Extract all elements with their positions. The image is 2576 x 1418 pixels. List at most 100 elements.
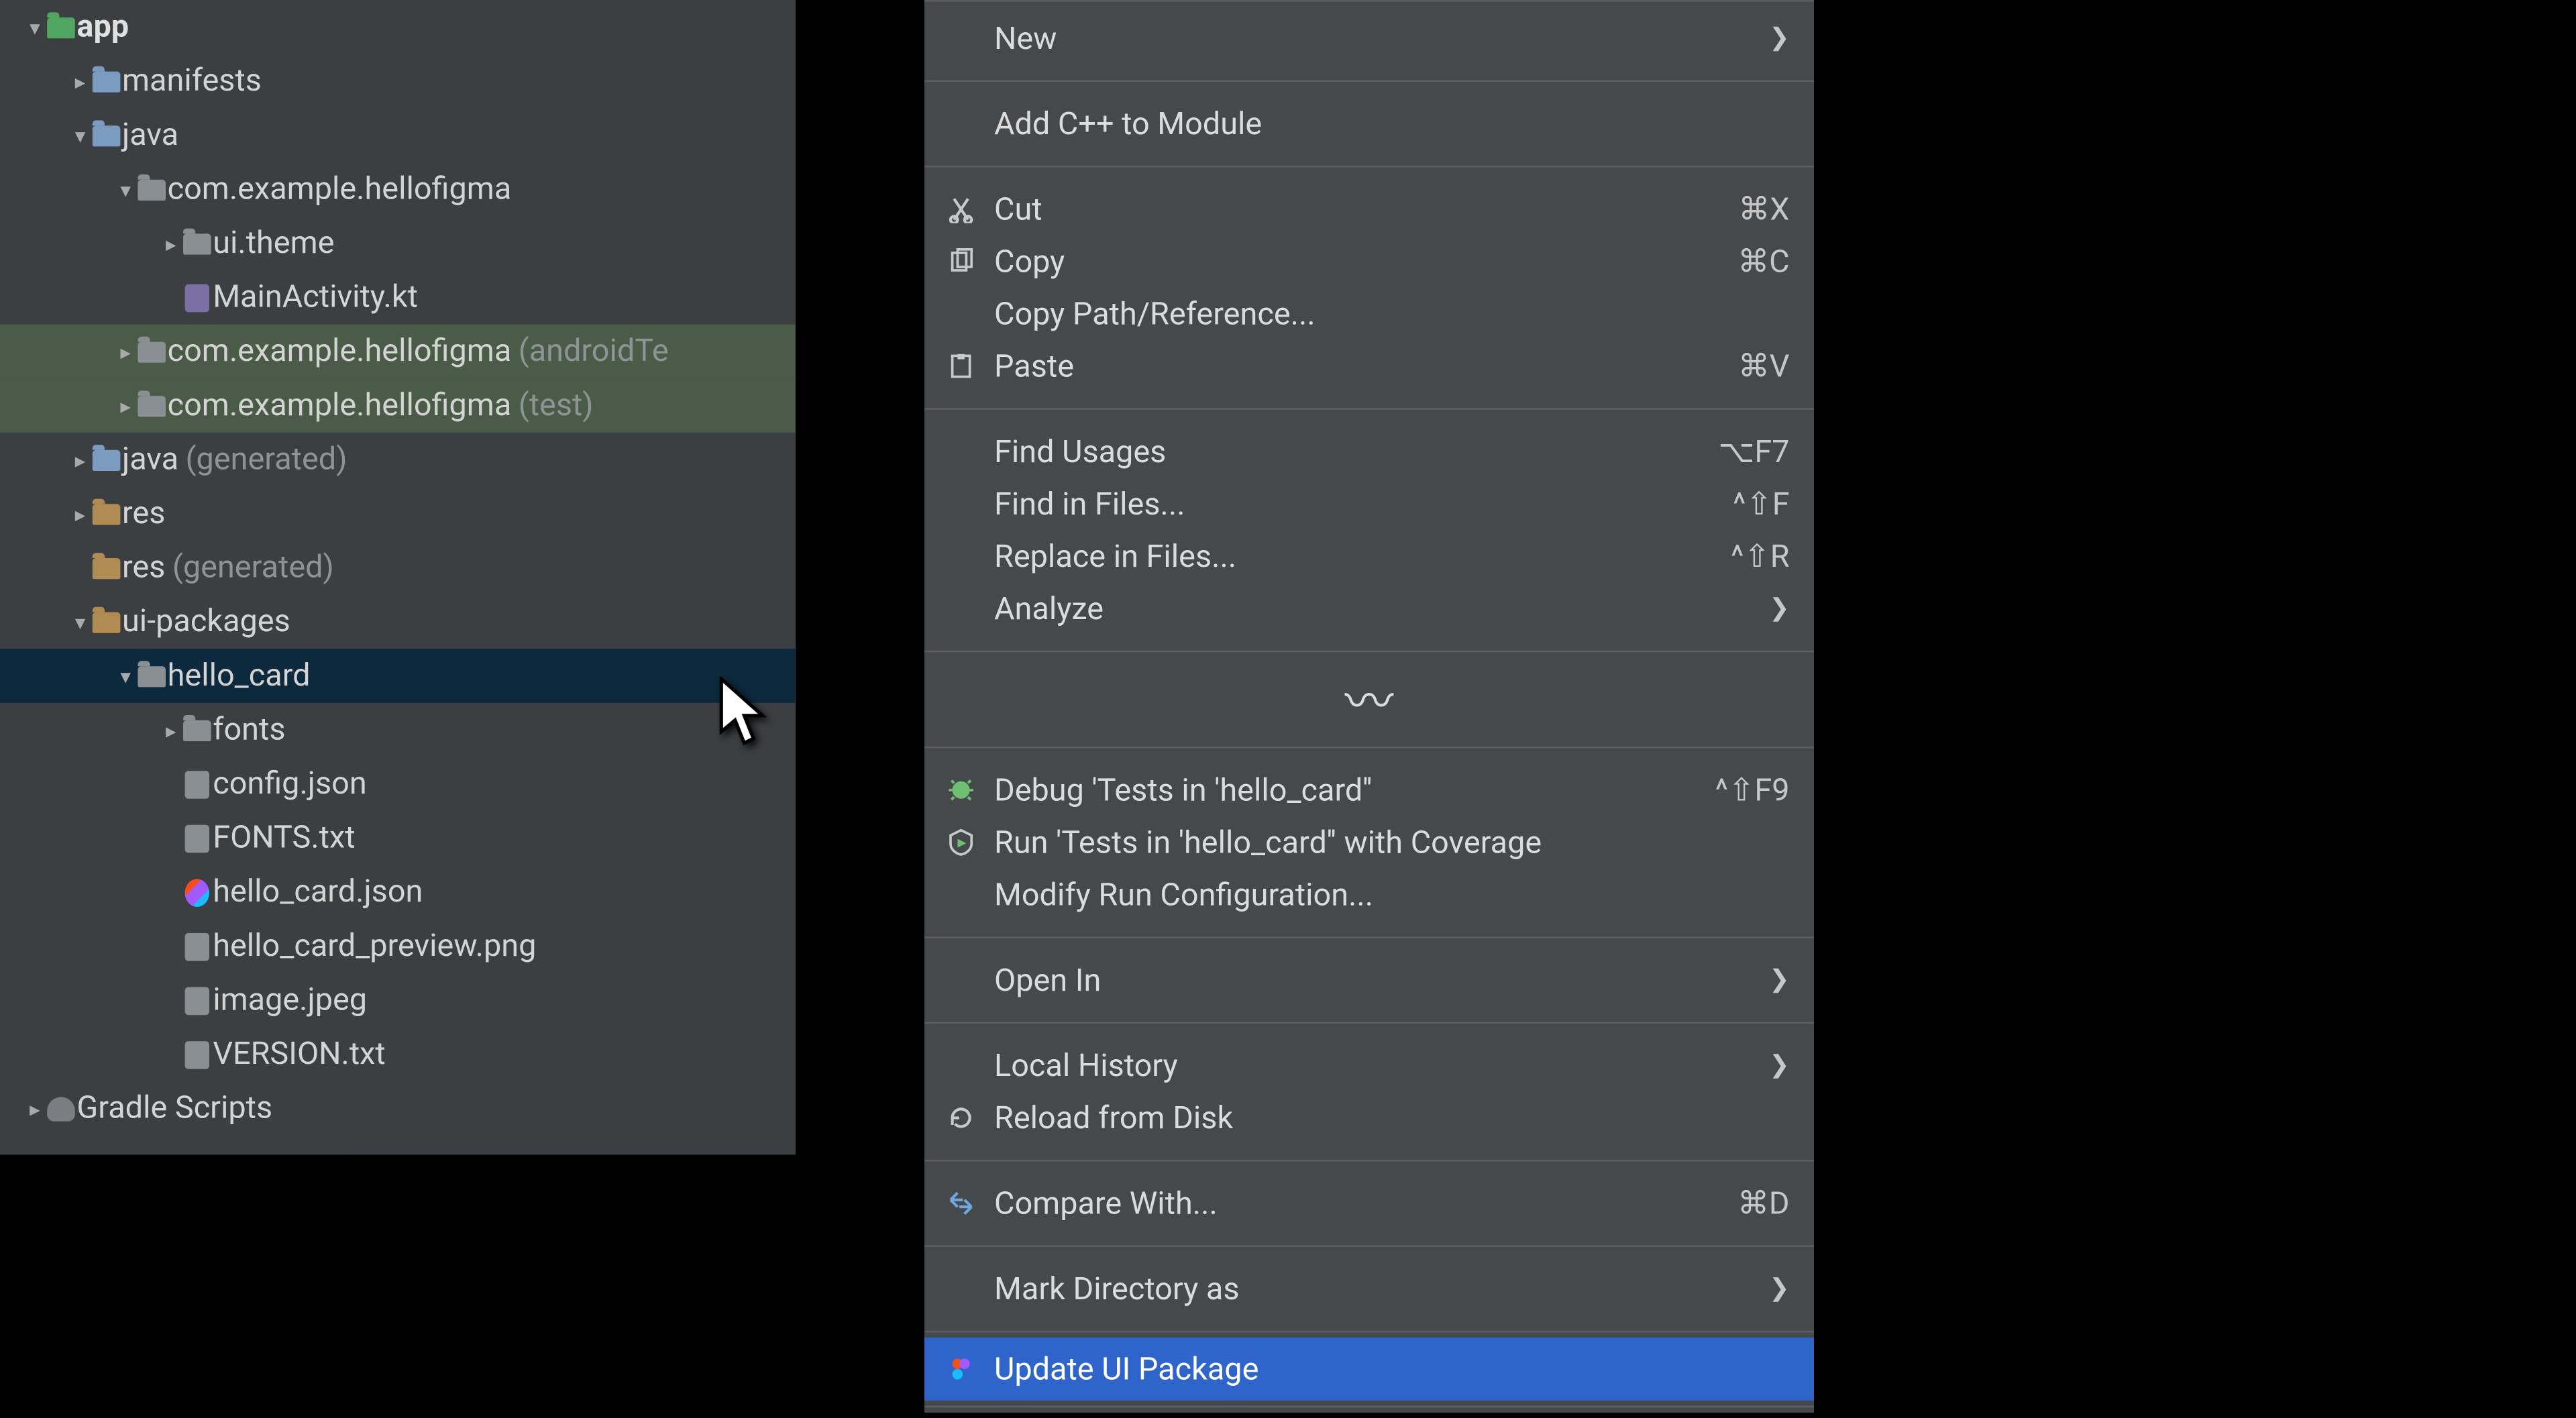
menu-label: Mark Directory as [994, 1270, 1769, 1307]
node-label: FONTS.txt [213, 812, 355, 864]
chevron-down-icon: ▾ [115, 163, 136, 215]
menu-item-local-history[interactable]: Local History ❯ [924, 1040, 1814, 1092]
tree-node-manifests[interactable]: ▸ manifests [0, 54, 796, 109]
tree-node-image-jpeg[interactable]: ▸ image.jpeg [0, 973, 796, 1028]
menu-item-open-in[interactable]: Open In ❯ [924, 954, 1814, 1006]
tree-node-gradle-scripts[interactable]: ▸ Gradle Scripts [0, 1081, 796, 1136]
menu-separator [924, 1160, 1814, 1162]
menu-separator [924, 747, 1814, 749]
res-folder-icon [91, 606, 122, 637]
kotlin-file-icon [181, 282, 213, 313]
tree-node-fonts[interactable]: ▸ fonts [0, 703, 796, 757]
tree-node-pkg-test[interactable]: ▸ com.example.hellofigma (test) [0, 378, 796, 433]
chevron-down-icon: ▾ [24, 1, 45, 53]
node-label: VERSION.txt [213, 1028, 386, 1081]
node-label: hello_card [168, 649, 311, 702]
menu-item-add-cpp[interactable]: Add C++ to Module [924, 98, 1814, 150]
menu-separator [924, 166, 1814, 168]
tree-node-app[interactable]: ▾ app [0, 0, 796, 54]
node-label: manifests [122, 55, 262, 107]
menu-label: Add C++ to Module [994, 105, 1790, 142]
tree-node-version-txt[interactable]: ▸ VERSION.txt [0, 1027, 796, 1081]
chevron-right-icon: ▸ [115, 325, 136, 378]
node-label: res [122, 541, 165, 594]
json-file-icon [181, 768, 213, 800]
chevron-right-icon: ▸ [160, 217, 181, 270]
chevron-right-icon: ▸ [24, 1082, 45, 1134]
chevron-down-icon: ▾ [115, 649, 136, 702]
tree-node-res[interactable]: ▸ res [0, 486, 796, 541]
menu-label: Copy Path/Reference... [994, 296, 1790, 333]
menu-item-debug-tests[interactable]: Debug 'Tests in 'hello_card'' ^⇧F9 [924, 764, 1814, 816]
menu-item-find-usages[interactable]: Find Usages ⌥F7 [924, 425, 1814, 478]
cut-icon [945, 194, 977, 225]
tree-node-res-gen[interactable]: ▸ res (generated) [0, 541, 796, 595]
submenu-arrow-icon: ❯ [1769, 1052, 1790, 1080]
tree-node-pkg-main[interactable]: ▾ com.example.hellofigma [0, 162, 796, 217]
chevron-down-icon: ▾ [70, 109, 91, 162]
tree-node-hello-card[interactable]: ▾ hello_card [0, 649, 796, 703]
menu-label: Paste [994, 348, 1738, 385]
menu-label: Find in Files... [994, 486, 1733, 523]
generated-folder-icon [91, 444, 122, 476]
menu-item-replace-in-files[interactable]: Replace in Files... ^⇧R [924, 530, 1814, 582]
node-label: ui.theme [213, 217, 334, 270]
menu-label: Update UI Package [994, 1351, 1790, 1388]
tree-node-hello-card-preview[interactable]: ▸ hello_card_preview.png [0, 919, 796, 973]
node-suffix: (generated) [172, 541, 334, 594]
tree-node-config-json[interactable]: ▸ config.json [0, 757, 796, 811]
submenu-arrow-icon: ❯ [1769, 966, 1790, 994]
menu-separator [924, 1245, 1814, 1247]
menu-label: Run 'Tests in 'hello_card'' with Coverag… [994, 824, 1790, 861]
tree-node-java-gen[interactable]: ▸ java (generated) [0, 433, 796, 487]
menu-item-paste[interactable]: Paste ⌘V [924, 340, 1814, 392]
tree-node-pkg-androidtest[interactable]: ▸ com.example.hellofigma (androidTe [0, 325, 796, 379]
menu-label: New [994, 20, 1769, 57]
chevron-right-icon: ▸ [70, 433, 91, 486]
tree-node-java[interactable]: ▾ java [0, 108, 796, 162]
menu-item-find-in-files[interactable]: Find in Files... ^⇧F [924, 478, 1814, 530]
menu-label: Copy [994, 243, 1737, 280]
package-icon [136, 335, 168, 367]
menu-collapsed-indicator: 〰 [924, 657, 1814, 741]
submenu-arrow-icon: ❯ [1769, 595, 1790, 623]
tree-node-hello-card-json[interactable]: ▸ hello_card.json [0, 865, 796, 920]
menu-label: Local History [994, 1047, 1769, 1084]
context-menu: New ❯ Add C++ to Module Cut ⌘X Copy ⌘C [924, 0, 1814, 1413]
menu-label: Open In [994, 962, 1769, 999]
menu-separator [924, 1406, 1814, 1408]
menu-item-copy[interactable]: Copy ⌘C [924, 235, 1814, 288]
node-label: java [122, 433, 178, 486]
copy-icon [945, 246, 977, 278]
tree-node-main-activity[interactable]: ▸ MainActivity.kt [0, 270, 796, 325]
menu-shortcut: ⌘X [1738, 191, 1789, 228]
menu-item-modify-run-config[interactable]: Modify Run Configuration... [924, 869, 1814, 921]
folder-icon [91, 66, 122, 97]
reload-icon [945, 1102, 977, 1134]
menu-item-update-ui-package[interactable]: Update UI Package [924, 1338, 1814, 1401]
menu-item-cut[interactable]: Cut ⌘X [924, 183, 1814, 235]
package-icon [136, 390, 168, 421]
menu-item-compare-with[interactable]: Compare With... ⌘D [924, 1177, 1814, 1230]
folder-icon [136, 660, 168, 692]
menu-item-new[interactable]: New ❯ [924, 12, 1814, 64]
submenu-arrow-icon: ❯ [1769, 24, 1790, 52]
package-icon [136, 174, 168, 205]
menu-item-reload-disk[interactable]: Reload from Disk [924, 1092, 1814, 1144]
chevron-down-icon: ▾ [70, 596, 91, 648]
menu-item-analyze[interactable]: Analyze ❯ [924, 582, 1814, 635]
node-suffix: (generated) [185, 433, 347, 486]
node-label: ui-packages [122, 596, 290, 648]
node-label: com.example.hellofigma [168, 380, 512, 432]
menu-item-mark-directory[interactable]: Mark Directory as ❯ [924, 1262, 1814, 1315]
menu-shortcut: ⌘C [1737, 243, 1789, 280]
node-label: hello_card_preview.png [213, 920, 536, 973]
menu-item-copy-path[interactable]: Copy Path/Reference... [924, 288, 1814, 340]
tree-node-fonts-txt[interactable]: ▸ FONTS.txt [0, 811, 796, 865]
node-label: app [76, 1, 129, 53]
chevron-right-icon: ▸ [70, 55, 91, 107]
tree-node-ui-theme[interactable]: ▸ ui.theme [0, 216, 796, 270]
menu-separator [924, 80, 1814, 83]
tree-node-ui-packages[interactable]: ▾ ui-packages [0, 595, 796, 649]
menu-item-run-coverage[interactable]: Run 'Tests in 'hello_card'' with Coverag… [924, 816, 1814, 869]
